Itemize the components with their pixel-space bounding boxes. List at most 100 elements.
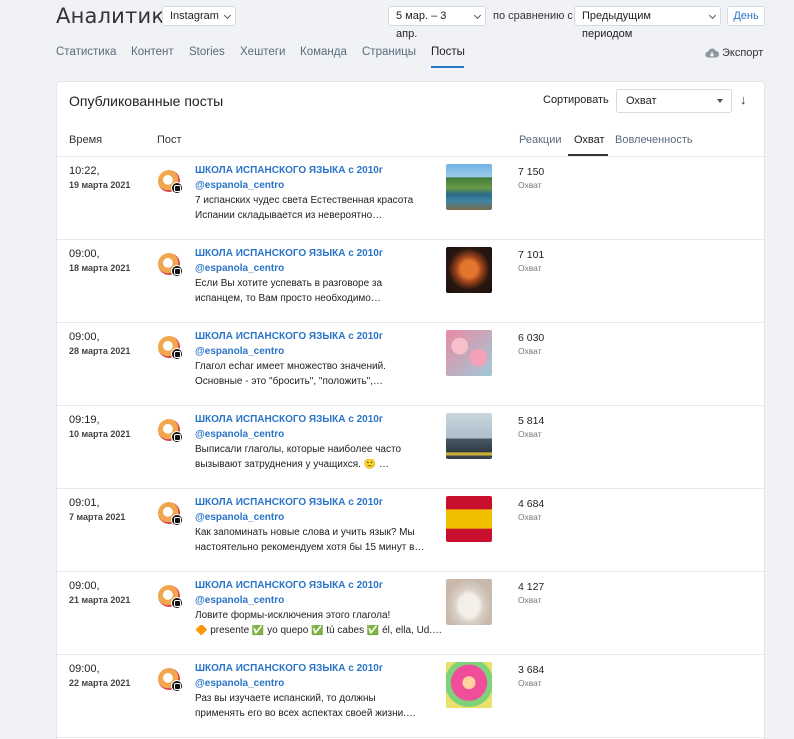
metric-label: Охват — [518, 678, 542, 688]
chevron-down-icon — [223, 11, 232, 20]
post-handle-link[interactable]: @espanola_centro — [195, 429, 284, 440]
post-thumbnail-landscape[interactable] — [446, 164, 492, 210]
tab-stories[interactable]: Stories — [189, 46, 225, 58]
chevron-down-icon — [473, 11, 482, 20]
metric-tab-reach[interactable]: Охват — [574, 134, 605, 146]
granularity-button[interactable]: День — [727, 6, 765, 26]
post-text-line: 7 испанских чудес света Естественная кра… — [195, 195, 414, 206]
post-time: 10:22, — [69, 165, 100, 177]
export-button[interactable]: Экспорт — [705, 47, 764, 59]
table-row[interactable]: 09:01, 7 марта 2021 ШКОЛА ИСПАНСКОГО ЯЗЫ… — [57, 489, 764, 572]
post-handle-link[interactable]: @espanola_centro — [195, 595, 284, 606]
post-handle-link[interactable]: @espanola_centro — [195, 512, 284, 523]
tab-hashtags[interactable]: Хештеги — [240, 46, 285, 58]
post-author-link[interactable]: ШКОЛА ИСПАНСКОГО ЯЗЫКА с 2010г — [195, 414, 383, 425]
metric-value: 4 684 — [518, 498, 545, 510]
post-thumbnail-blossom[interactable] — [446, 330, 492, 376]
table-row[interactable]: 09:00, 22 марта 2021 ШКОЛА ИСПАНСКОГО ЯЗ… — [57, 655, 764, 738]
tab-team[interactable]: Команда — [300, 46, 347, 58]
metric-label: Охват — [518, 263, 542, 273]
chevron-down-icon — [708, 11, 717, 20]
post-thumbnail-person[interactable] — [446, 413, 492, 459]
post-time: 09:00, — [69, 248, 100, 260]
export-label: Экспорт — [722, 47, 764, 59]
post-thumbnail-spain-flag[interactable] — [446, 496, 492, 542]
table-row[interactable]: 09:00, 28 марта 2021 ШКОЛА ИСПАНСКОГО ЯЗ… — [57, 323, 764, 406]
post-author-link[interactable]: ШКОЛА ИСПАНСКОГО ЯЗЫКА с 2010г — [195, 248, 383, 259]
post-thumbnail-fox[interactable] — [446, 247, 492, 293]
post-text-line: испанцем, то Вам просто необходимо… — [195, 293, 381, 304]
post-thumbnail-pink-hair[interactable] — [446, 662, 492, 708]
post-text-line: вызывают затруднения у учащихся. 🙂 … — [195, 459, 389, 470]
post-author-link[interactable]: ШКОЛА ИСПАНСКОГО ЯЗЫКА с 2010г — [195, 497, 383, 508]
post-author-link[interactable]: ШКОЛА ИСПАНСКОГО ЯЗЫКА с 2010г — [195, 580, 383, 591]
sort-value: Охват — [626, 95, 657, 107]
metric-value: 3 684 — [518, 664, 545, 676]
metric-value: 7 150 — [518, 166, 545, 178]
tab-content[interactable]: Контент — [131, 46, 174, 58]
table-row[interactable]: 09:00, 18 марта 2021 ШКОЛА ИСПАНСКОГО ЯЗ… — [57, 240, 764, 323]
post-date: 21 марта 2021 — [69, 595, 131, 605]
post-handle-link[interactable]: @espanola_centro — [195, 263, 284, 274]
metric-label: Охват — [518, 512, 542, 522]
tab-posts[interactable]: Посты — [431, 46, 465, 58]
sort-direction-button[interactable]: ↓ — [740, 92, 747, 107]
top-bar: Аналитика Instagram 5 мар. – 3 апр. по с… — [0, 0, 794, 40]
compare-label: по сравнению с — [493, 10, 573, 22]
tab-pages[interactable]: Страницы — [362, 46, 416, 58]
post-text-line: Основные - это "бросить", "положить",… — [195, 376, 384, 387]
period-value: 5 мар. – 3 апр. — [396, 10, 447, 40]
metric-value: 6 030 — [518, 332, 545, 344]
table-row[interactable]: 09:00, 21 марта 2021 ШКОЛА ИСПАНСКОГО ЯЗ… — [57, 572, 764, 655]
post-text-line: Ловите формы-исключения этого глагола! — [195, 610, 391, 621]
post-text-line: Раз вы изучаете испанский, то должны — [195, 693, 376, 704]
published-posts-card: Опубликованные посты Сортировать Охват ↓… — [56, 81, 765, 739]
active-tab-indicator — [431, 66, 464, 68]
post-time: 09:01, — [69, 497, 100, 509]
tab-statistics[interactable]: Статистика — [56, 46, 116, 58]
source-dropdown[interactable]: Instagram — [162, 6, 236, 26]
post-text-line: Как запоминать новые слова и учить язык?… — [195, 527, 415, 538]
period-dropdown[interactable]: 5 мар. – 3 апр. — [388, 6, 486, 40]
caret-down-icon — [717, 99, 723, 103]
post-time: 09:00, — [69, 331, 100, 343]
sort-label: Сортировать — [543, 94, 609, 106]
post-thumbnail-hamster[interactable] — [446, 579, 492, 625]
post-date: 19 марта 2021 — [69, 180, 131, 190]
table-header: Время Пост Реакции Охват Вовлеченность — [57, 125, 764, 157]
table-row[interactable]: 09:19, 10 марта 2021 ШКОЛА ИСПАНСКОГО ЯЗ… — [57, 406, 764, 489]
post-handle-link[interactable]: @espanola_centro — [195, 678, 284, 689]
table-row[interactable]: 10:22, 19 марта 2021 ШКОЛА ИСПАНСКОГО ЯЗ… — [57, 157, 764, 240]
active-metric-indicator — [568, 154, 608, 156]
post-date: 18 марта 2021 — [69, 263, 131, 273]
post-text-line: 🔶 presente ✅ yo quepo ✅ tú cabes ✅ él, e… — [195, 625, 441, 636]
metric-tab-engagement[interactable]: Вовлеченность — [615, 134, 693, 146]
sort-dropdown[interactable]: Охват — [616, 89, 732, 113]
page-title: Аналитика — [56, 4, 178, 28]
instagram-icon — [171, 597, 183, 609]
compare-dropdown[interactable]: Предыдущим периодом — [574, 6, 721, 40]
post-date: 28 марта 2021 — [69, 346, 131, 356]
metric-label: Охват — [518, 180, 542, 190]
post-handle-link[interactable]: @espanola_centro — [195, 180, 284, 191]
cloud-download-icon — [705, 48, 719, 58]
post-date: 22 марта 2021 — [69, 678, 131, 688]
column-time: Время — [69, 134, 103, 146]
instagram-icon — [171, 514, 183, 526]
post-handle-link[interactable]: @espanola_centro — [195, 346, 284, 357]
instagram-icon — [171, 348, 183, 360]
metric-value: 5 814 — [518, 415, 545, 427]
post-text-line: Выписали глаголы, которые наиболее часто — [195, 444, 402, 455]
metric-tab-reactions[interactable]: Реакции — [519, 134, 562, 146]
post-author-link[interactable]: ШКОЛА ИСПАНСКОГО ЯЗЫКА с 2010г — [195, 165, 383, 176]
source-value: Instagram — [170, 10, 219, 22]
post-text-line: Если Вы хотите успевать в разговоре за — [195, 278, 383, 289]
metric-value: 7 101 — [518, 249, 545, 261]
post-date: 10 марта 2021 — [69, 429, 131, 439]
instagram-icon — [171, 680, 183, 692]
post-time: 09:00, — [69, 580, 100, 592]
post-author-link[interactable]: ШКОЛА ИСПАНСКОГО ЯЗЫКА с 2010г — [195, 663, 383, 674]
post-time: 09:19, — [69, 414, 100, 426]
metric-value: 4 127 — [518, 581, 545, 593]
post-author-link[interactable]: ШКОЛА ИСПАНСКОГО ЯЗЫКА с 2010г — [195, 331, 383, 342]
